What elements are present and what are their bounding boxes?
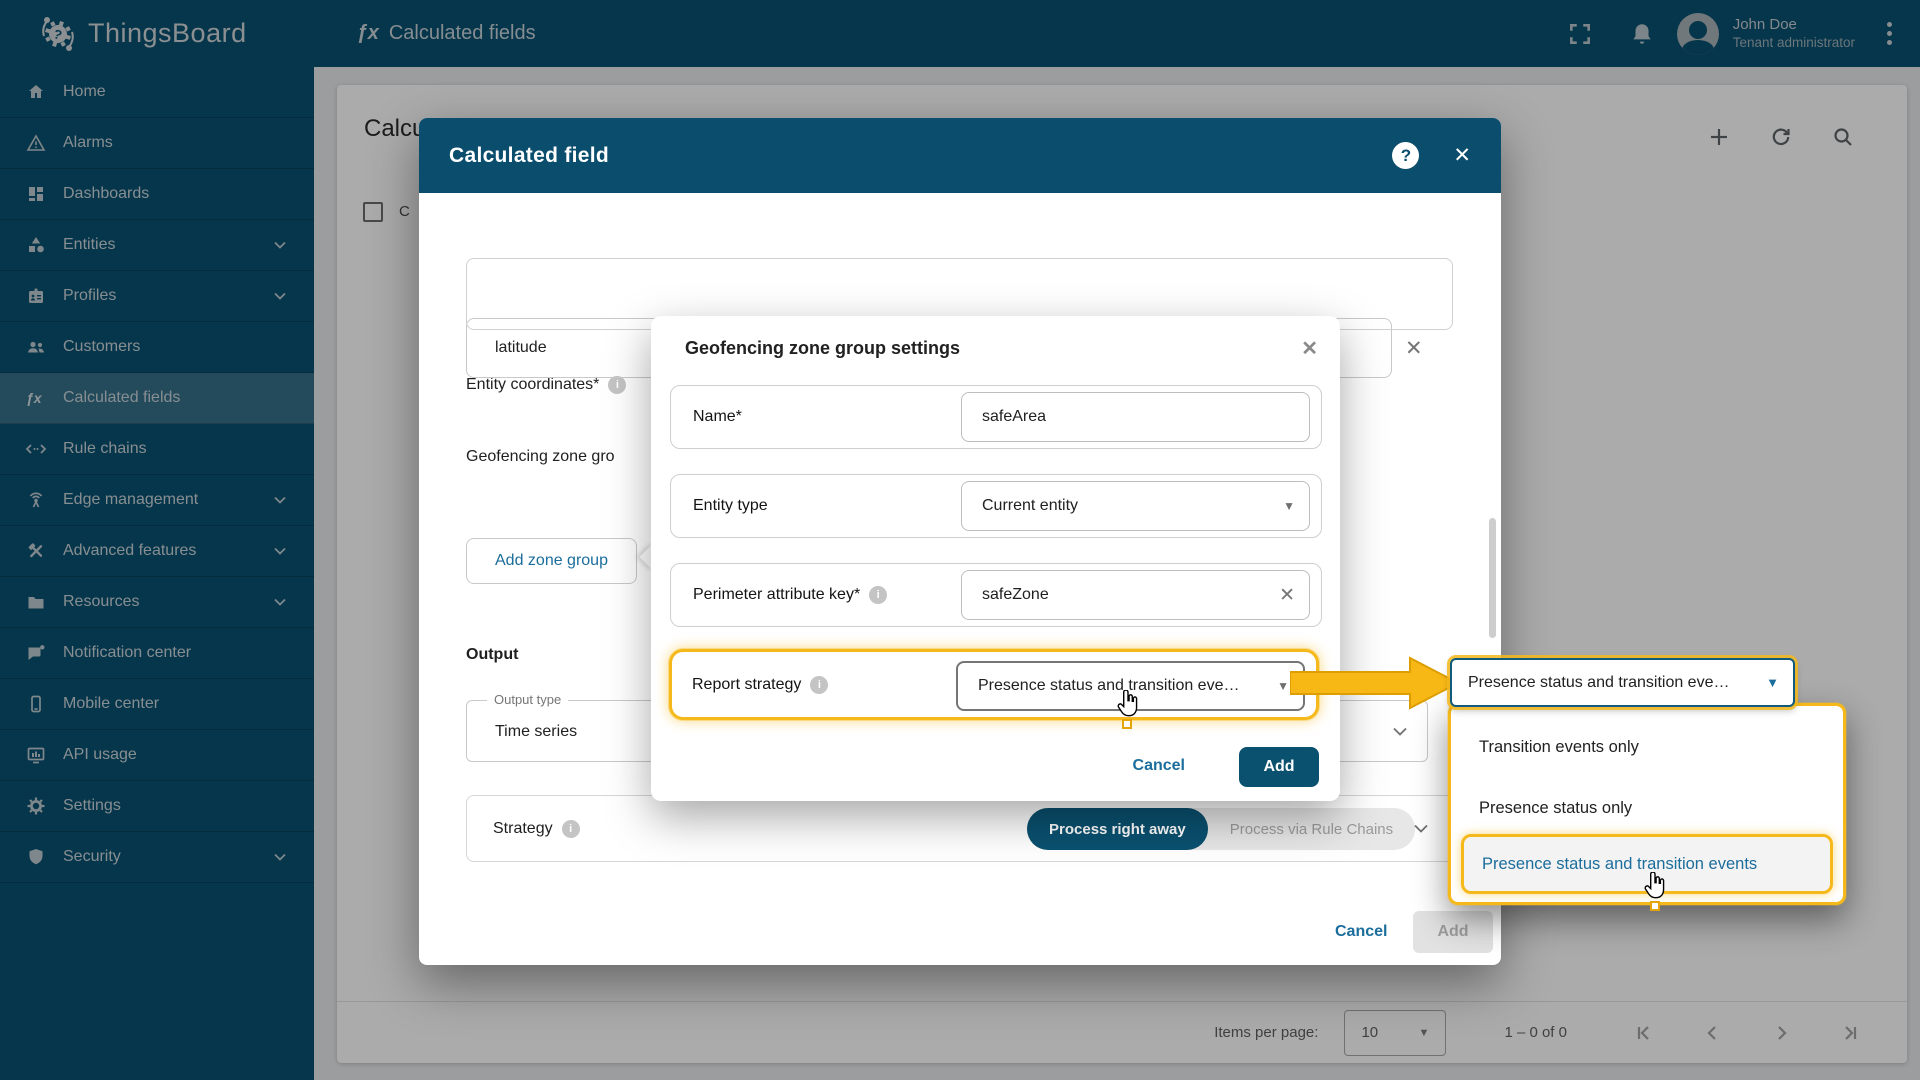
strategy-label: Strategy i bbox=[493, 820, 580, 838]
dialog-header: Calculated field ? ✕ bbox=[419, 118, 1501, 193]
geofencing-add-button[interactable]: Add bbox=[1239, 747, 1319, 787]
option-presence-status-and-transition-events[interactable]: Presence status and transition events bbox=[1461, 834, 1833, 894]
geofencing-cancel-button[interactable]: Cancel bbox=[1133, 757, 1185, 775]
name-row: Name* safeArea bbox=[670, 385, 1322, 449]
report-strategy-row-highlighted: Report strategy i Presence status and tr… bbox=[669, 649, 1319, 720]
output-heading: Output bbox=[466, 646, 518, 664]
name-input[interactable]: safeArea bbox=[961, 392, 1310, 442]
report-strategy-select[interactable]: Presence status and transition eve… ▼ bbox=[956, 661, 1305, 711]
close-icon[interactable]: ✕ bbox=[1453, 143, 1471, 168]
geofencing-dialog-title: Geofencing zone group settings bbox=[685, 338, 960, 359]
name-label: Name* bbox=[693, 408, 742, 426]
report-strategy-dropdown-trigger[interactable]: Presence status and transition eve… ▼ bbox=[1450, 658, 1795, 707]
toggle-process-via-rule-chains[interactable]: Process via Rule Chains bbox=[1208, 808, 1415, 850]
strategy-row: Strategy i Process right away Process vi… bbox=[466, 795, 1455, 862]
dropdown-arrow-icon: ▼ bbox=[1766, 675, 1779, 690]
option-presence-status-only[interactable]: Presence status only bbox=[1479, 799, 1632, 818]
help-icon[interactable]: ? bbox=[1392, 142, 1419, 169]
option-transition-events-only[interactable]: Transition events only bbox=[1479, 738, 1639, 757]
add-zone-group-button[interactable]: Add zone group bbox=[466, 538, 637, 584]
geofencing-zone-group-settings-dialog: Geofencing zone group settings ✕ Name* s… bbox=[651, 316, 1340, 801]
entity-coordinates-label: Entity coordinates* i bbox=[466, 376, 626, 394]
info-icon: i bbox=[869, 586, 887, 604]
dialog-add-button-disabled[interactable]: Add bbox=[1413, 911, 1493, 953]
info-icon: i bbox=[562, 820, 580, 838]
callout-arrow-icon bbox=[1290, 655, 1462, 711]
close-icon[interactable]: ✕ bbox=[1301, 336, 1318, 361]
entity-type-row: Entity type Current entity ▼ bbox=[670, 474, 1322, 538]
chevron-down-icon bbox=[1393, 727, 1407, 736]
perimeter-attribute-key-input[interactable]: safeZone ✕ bbox=[961, 570, 1310, 620]
chevron-down-icon[interactable] bbox=[1414, 824, 1428, 833]
clear-x-icon[interactable]: ✕ bbox=[1279, 584, 1295, 607]
dropdown-arrow-icon: ▼ bbox=[1277, 679, 1289, 693]
report-strategy-options-menu: Transition events only Presence status o… bbox=[1448, 703, 1846, 905]
dialog-title: Calculated field bbox=[449, 144, 609, 168]
perimeter-attribute-key-row: Perimeter attribute key* i safeZone ✕ bbox=[670, 563, 1322, 627]
entity-type-select[interactable]: Current entity ▼ bbox=[961, 481, 1310, 531]
toggle-process-right-away[interactable]: Process right away bbox=[1027, 808, 1208, 850]
info-icon: i bbox=[810, 676, 828, 694]
entity-type-label: Entity type bbox=[693, 497, 768, 515]
clear-row-x-icon[interactable]: ✕ bbox=[1405, 336, 1423, 361]
dialog-cancel-button[interactable]: Cancel bbox=[1335, 923, 1387, 941]
perimeter-attribute-key-label: Perimeter attribute key* i bbox=[693, 586, 887, 604]
dialog-scrollbar-thumb[interactable] bbox=[1489, 518, 1496, 638]
info-icon: i bbox=[608, 376, 626, 394]
strategy-toggle-group: Process right away Process via Rule Chai… bbox=[1027, 808, 1415, 850]
geofencing-zone-groups-label: Geofencing zone gro bbox=[466, 448, 652, 466]
dropdown-arrow-icon: ▼ bbox=[1283, 499, 1295, 513]
report-strategy-label: Report strategy i bbox=[692, 676, 828, 694]
